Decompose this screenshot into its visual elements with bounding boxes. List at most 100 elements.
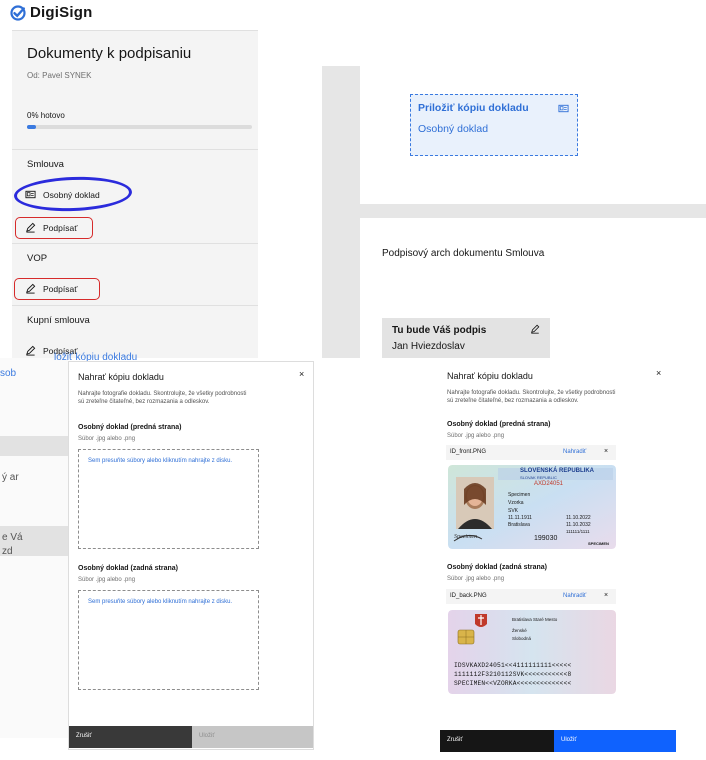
replace-link[interactable]: Nahradiť: [563, 593, 586, 599]
remove-file-icon[interactable]: ×: [604, 592, 608, 599]
modal-title: Nahrať kópiu dokladu: [447, 371, 533, 381]
divider: [12, 305, 258, 306]
attach-title: Priložiť kópiu dokladu: [418, 102, 529, 114]
pen-icon: [26, 283, 36, 294]
pen-icon: [531, 324, 540, 334]
save-button[interactable]: Uložiť: [554, 730, 676, 752]
modal-title: Nahrať kópiu dokladu: [78, 372, 164, 382]
save-label: Uložiť: [199, 733, 215, 739]
progress-label: 0% hotovo: [27, 111, 65, 120]
id-card-icon: [25, 190, 36, 199]
sidebar-item-label: Podpísať: [43, 222, 78, 233]
id-card-icon: [558, 104, 569, 113]
background-text: sob: [0, 368, 17, 379]
id-surname: Specimen: [508, 492, 531, 498]
front-file-hint: Súbor .jpg alebo .png: [447, 433, 505, 439]
id-can: 199030: [534, 535, 558, 542]
divider: [12, 243, 258, 244]
id-personal-number: 111111/1111: [566, 529, 590, 534]
progress-bar: [27, 125, 252, 129]
remove-file-icon[interactable]: ×: [604, 448, 608, 455]
sidebar-item-label: Osobný doklad: [43, 189, 100, 200]
front-side-label: Osobný doklad (predná strana): [78, 424, 182, 431]
dropzone-text: Sem presuňte súbory alebo kliknutím nahr…: [88, 599, 233, 605]
id-number: AXD24051: [534, 481, 564, 487]
replace-link[interactable]: Nahradiť: [563, 449, 586, 455]
upload-modal-filled: Nahrať kópiu dokladu × Nahrajte fotograf…: [440, 361, 676, 754]
id-given-name: Vzorka: [508, 500, 524, 506]
save-label: Uložiť: [561, 737, 577, 743]
id-front-preview: SLOVENSKÁ REPUBLIKA SLOVAK REPUBLIC AXD2…: [448, 465, 616, 549]
front-file-row: ID_front.PNG Nahradiť ×: [446, 445, 616, 460]
close-icon[interactable]: ×: [299, 369, 304, 379]
cancel-button[interactable]: Zrušiť: [440, 730, 554, 752]
id-country-en: SLOVAK REPUBLIC: [520, 475, 557, 480]
close-icon[interactable]: ×: [656, 368, 661, 378]
signature-page: Podpisový arch dokumentu Smlouva Tu bude…: [360, 218, 706, 358]
id-sex: Ženské: [512, 628, 527, 633]
id-country: SLOVENSKÁ REPUBLIKA: [520, 468, 595, 474]
modal-description: Nahrajte fotografie dokladu. Skontrolujt…: [447, 390, 616, 404]
signature-field-title: Tu bude Váš podpis: [392, 325, 487, 336]
back-file-hint: Súbor .jpg alebo .png: [447, 576, 505, 582]
signature-sheet-title: Podpisový arch dokumentu Smlouva: [382, 248, 545, 259]
section-vop: VOP: [27, 253, 48, 264]
cancel-button[interactable]: Zrušiť: [69, 726, 192, 748]
background-text: zd: [2, 546, 13, 557]
section-smlouva: Smlouva: [27, 159, 64, 170]
upload-modal-empty: Nahrať kópiu dokladu × Nahrajte fotograf…: [68, 361, 314, 750]
modal-description: Nahrajte fotografie dokladu. Skontrolujt…: [78, 391, 247, 405]
front-dropzone[interactable]: Sem presuňte súbory alebo kliknutím nahr…: [78, 449, 259, 549]
back-file-hint: Súbor .jpg alebo .png: [78, 577, 136, 583]
background-text: e Vá: [2, 532, 23, 543]
id-birth-place: Bratislava: [508, 522, 530, 528]
front-file-hint: Súbor .jpg alebo .png: [78, 436, 136, 442]
id-birth-date: 11.11.1911: [508, 515, 532, 521]
back-file-row: ID_back.PNG Nahradiť ×: [446, 589, 616, 604]
background-strip: [0, 436, 68, 456]
id-expiry-date: 11.10.2032: [566, 522, 591, 528]
cancel-label: Zrušiť: [447, 737, 463, 743]
document-page: Priložiť kópiu dokladu Osobný doklad: [360, 66, 706, 204]
id-mrz-line2: 1111112F3210112SVK<<<<<<<<<<<8: [454, 671, 572, 678]
sidebar-item-sign-vop[interactable]: Podpísať: [25, 283, 77, 294]
signer-name: Jan Hviezdoslav: [392, 341, 465, 352]
front-side-label: Osobný doklad (predná strana): [447, 421, 551, 428]
file-name: ID_front.PNG: [450, 449, 487, 455]
id-back-preview: Bratislava Staré Mesto Ženské Slobodná I…: [448, 610, 616, 694]
attach-subtitle: Osobný doklad: [418, 123, 489, 135]
divider: [12, 149, 258, 150]
id-mrz-line3: SPECIMEN<<VZORKA<<<<<<<<<<<<<<: [454, 680, 572, 687]
background-page: ý ar e Vá zd: [0, 358, 68, 738]
signature-field[interactable]: Tu bude Váš podpis Jan Hviezdoslav: [382, 318, 550, 358]
sidebar-item-label: Podpísať: [43, 283, 78, 294]
id-nationality: SVK: [508, 508, 519, 514]
back-dropzone[interactable]: Sem presuňte súbory alebo kliknutím nahr…: [78, 590, 259, 690]
back-side-label: Osobný doklad (zadná strana): [78, 565, 178, 572]
attach-id-field[interactable]: Priložiť kópiu dokladu Osobný doklad: [410, 94, 578, 156]
pen-icon: [26, 222, 36, 233]
id-specimen-mark: SPECIMEN: [588, 541, 609, 546]
back-side-label: Osobný doklad (zadná strana): [447, 564, 547, 571]
id-signature: Specimen: [454, 534, 477, 540]
document-preview: Priložiť kópiu dokladu Osobný doklad Pod…: [322, 66, 706, 358]
section-kupni-smlouva: Kupní smlouva: [27, 315, 90, 326]
cancel-label: Zrušiť: [76, 733, 92, 739]
dropzone-text: Sem presuňte súbory alebo kliknutím nahr…: [88, 458, 233, 464]
sidebar-item-sign-smlouva[interactable]: Podpísať: [25, 222, 77, 233]
save-button-disabled[interactable]: Uložiť: [192, 726, 313, 748]
pen-icon: [26, 345, 36, 356]
id-issue-date: 11.10.2022: [566, 515, 591, 521]
progress-fill: [27, 125, 36, 129]
sender-label: Od: Pavel SYNEK: [27, 71, 92, 80]
sidebar-item-osobny-doklad[interactable]: Osobný doklad: [25, 189, 100, 200]
file-name: ID_back.PNG: [450, 593, 487, 599]
documents-sidebar: Dokumenty k podpisaniu Od: Pavel SYNEK 0…: [12, 30, 258, 358]
id-mrz-line1: IDSVKAXD24051<<4111111111<<<<<: [454, 662, 572, 669]
brand-logo: DigiSign: [10, 4, 92, 21]
check-logo-icon: [10, 4, 26, 21]
id-status: Slobodná: [512, 636, 532, 641]
id-issuer: Bratislava Staré Mesto: [512, 617, 558, 622]
sidebar-title: Dokumenty k podpisaniu: [27, 45, 192, 62]
background-text: ý ar: [2, 472, 19, 483]
